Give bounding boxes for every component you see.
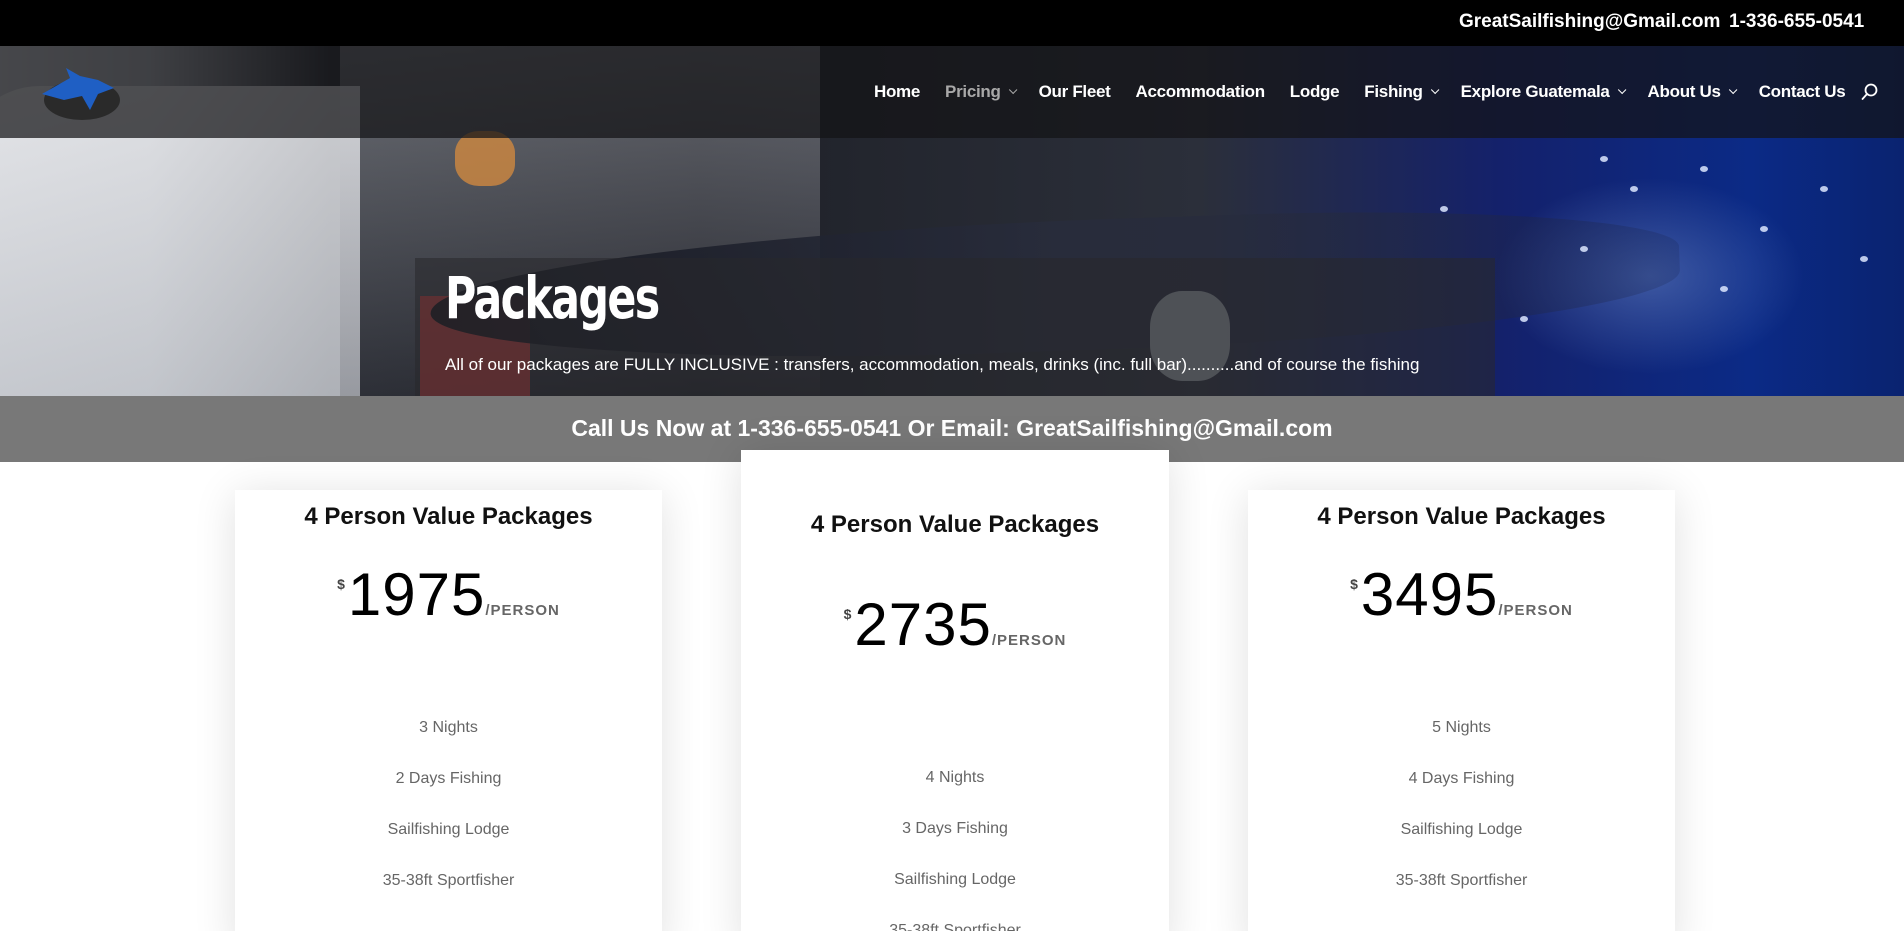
currency-symbol: $ (1350, 576, 1358, 592)
package-feature: 35-38ft Sportfisher (889, 922, 1021, 931)
hero-subtitle: All of our packages are FULLY INCLUSIVE … (445, 355, 1420, 374)
sailfish-logo-icon[interactable] (36, 64, 122, 122)
package-feature: Sailfishing Lodge (894, 871, 1016, 888)
search-icon[interactable] (1861, 83, 1879, 101)
nav-label: Contact Us (1758, 82, 1846, 101)
price-amount: 3495 (1360, 561, 1499, 628)
pricing-card-featured: 4 Person Value Packages $2735/PERSON 4 N… (741, 450, 1169, 931)
package-price: $1975/PERSON (235, 560, 662, 629)
package-title: 4 Person Value Packages (810, 511, 1100, 538)
pricing-card: 4 Person Value Packages $1975/PERSON 3 N… (235, 490, 662, 931)
top-contact-bar: GreatSailfishing@Gmail.com 1-336-655-054… (0, 0, 1904, 46)
nav-label: About Us (1647, 82, 1721, 101)
water-splash (1580, 246, 1588, 252)
package-feature: 4 Days Fishing (1408, 770, 1515, 787)
nav-label: Lodge (1289, 82, 1340, 101)
package-feature: 4 Nights (925, 769, 985, 786)
package-price: $3495/PERSON (1248, 560, 1675, 629)
nav-item-explore-guatemala[interactable]: Explore Guatemala (1460, 82, 1626, 102)
water-splash (1520, 316, 1528, 322)
price-amount: 2735 (854, 591, 992, 658)
water-splash (1700, 166, 1708, 172)
chevron-down-icon (1617, 85, 1626, 95)
chevron-down-icon (1430, 85, 1440, 95)
nav-item-pricing[interactable]: Pricing (945, 82, 1017, 102)
chevron-down-icon (1728, 85, 1738, 95)
package-title: 4 Person Value Packages (304, 503, 593, 530)
water-splash (1600, 156, 1608, 162)
pricing-section: 4 Person Value Packages $1975/PERSON 3 N… (0, 450, 1904, 931)
main-navigation: Home Pricing Our Fleet Accommodation Lod… (0, 46, 1904, 138)
page-title: Packages (445, 264, 660, 332)
pricing-card: 4 Person Value Packages $3495/PERSON 5 N… (1248, 490, 1675, 931)
nav-menu: Home Pricing Our Fleet Accommodation Lod… (874, 82, 1870, 102)
nav-item-lodge[interactable]: Lodge (1290, 82, 1340, 102)
package-feature: 3 Days Fishing (902, 820, 1008, 837)
call-to-action-text: Call Us Now at 1-336-655-0541 Or Email: … (571, 415, 1333, 441)
nav-label: Home (874, 82, 921, 101)
nav-label: Accommodation (1135, 82, 1266, 101)
package-feature: 35-38ft Sportfisher (382, 872, 515, 889)
topbar-phone-link[interactable]: 1-336-655-0541 (1729, 11, 1864, 33)
water-splash (1760, 226, 1768, 232)
nav-item-home[interactable]: Home (874, 82, 920, 102)
nav-item-about-us[interactable]: About Us (1647, 82, 1738, 102)
nav-label: Our Fleet (1038, 82, 1111, 101)
nav-label: Fishing (1364, 82, 1423, 101)
hero-glove-shape (455, 131, 515, 186)
package-title: 4 Person Value Packages (1317, 503, 1606, 530)
water-splash (1720, 286, 1728, 292)
price-unit: /PERSON (485, 602, 560, 619)
price-unit: /PERSON (1498, 602, 1573, 619)
currency-symbol: $ (337, 576, 345, 592)
water-splash (1440, 206, 1448, 212)
price-amount: 1975 (347, 561, 486, 628)
package-feature: 35-38ft Sportfisher (1395, 872, 1528, 889)
hero-title-box: Packages All of our packages are FULLY I… (415, 258, 1495, 396)
nav-item-fishing[interactable]: Fishing (1364, 82, 1440, 102)
water-splash (1820, 186, 1828, 192)
nav-label: Explore Guatemala (1460, 82, 1610, 101)
water-splash (1630, 186, 1638, 192)
package-feature: Sailfishing Lodge (387, 821, 510, 838)
nav-item-accommodation[interactable]: Accommodation (1135, 82, 1266, 102)
nav-item-our-fleet[interactable]: Our Fleet (1039, 82, 1111, 102)
package-feature: 5 Nights (1432, 719, 1491, 736)
price-unit: /PERSON (991, 632, 1067, 649)
package-feature: 2 Days Fishing (395, 770, 502, 787)
package-feature: 3 Nights (419, 719, 478, 736)
package-price: $2735/PERSON (741, 590, 1169, 659)
nav-item-contact-us[interactable]: Contact Us (1759, 82, 1846, 102)
water-splash (1860, 256, 1868, 262)
currency-symbol: $ (843, 606, 852, 622)
package-feature: Sailfishing Lodge (1400, 821, 1523, 838)
nav-label: Pricing (945, 82, 1001, 101)
topbar-email-link[interactable]: GreatSailfishing@Gmail.com (1459, 11, 1720, 33)
chevron-down-icon (1008, 85, 1017, 95)
